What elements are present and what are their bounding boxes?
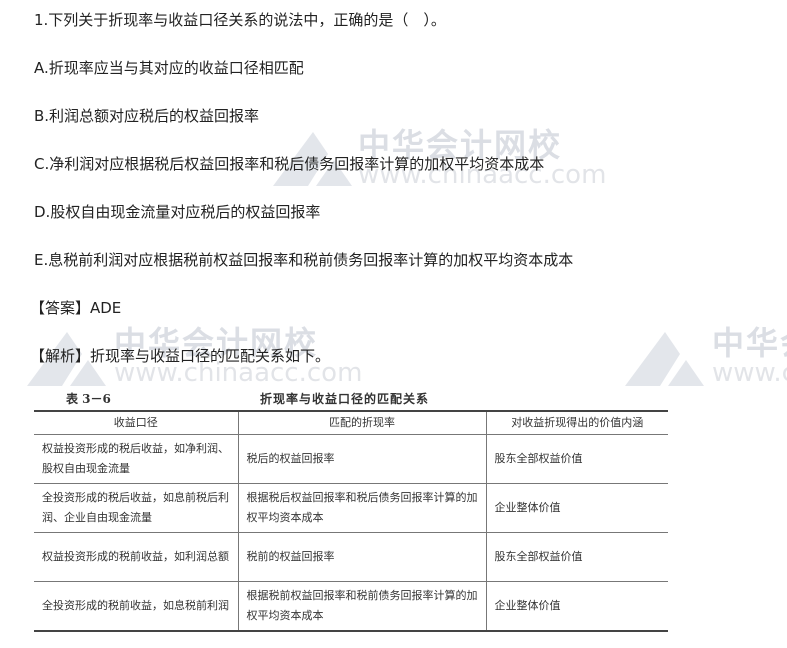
- table-number: 表 3－6: [66, 392, 111, 406]
- option-c: C.净利润对应根据税后权益回报率和税后债务回报率计算的加权平均资本成本: [34, 155, 545, 173]
- matching-table-figure: 表 3－6 折现率与收益口径的匹配关系 收益口径 匹配的折现率 对收益折现得出的…: [34, 384, 668, 632]
- question-text: 1.下列关于折现率与收益口径关系的说法中，正确的是（ ）。: [34, 11, 446, 29]
- table-cell: 股东全部权益价值: [485, 532, 668, 582]
- table-cell: 全投资形成的税前收益，如息税前利润: [34, 581, 239, 632]
- answer-text: 【答案】ADE: [30, 299, 122, 317]
- table-caption: 表 3－6 折现率与收益口径的匹配关系: [34, 384, 668, 410]
- table-row: 全投资形成的税后收益，如息前税后利润、企业自由现金流量 根据税后权益回报率和税后…: [34, 483, 668, 533]
- table-header-cell: 收益口径: [34, 410, 239, 435]
- option-b: B.利润总额对应税后的权益回报率: [34, 107, 260, 125]
- option-d: D.股权自由现金流量对应税后的权益回报率: [34, 203, 321, 221]
- table-row: 全投资形成的税前收益，如息税前利润 根据税前权益回报率和税前债务回报率计算的加权…: [34, 581, 668, 632]
- table-cell: 全投资形成的税后收益，如息前税后利润、企业自由现金流量: [34, 483, 239, 533]
- table-cell: 税后的权益回报率: [237, 434, 487, 484]
- watermark-brand: 中华会计网校: [712, 324, 787, 362]
- option-a: A.折现率应当与其对应的收益口径相匹配: [34, 59, 304, 77]
- table-row: 权益投资形成的税前收益，如利润总额 税前的权益回报率 股东全部权益价值: [34, 532, 668, 582]
- watermark-right: 中华会计网校 www.chinaacc.com: [620, 318, 787, 388]
- table-cell: 企业整体价值: [485, 483, 668, 533]
- table-cell: 权益投资形成的税后收益，如净利润、股权自由现金流量: [34, 434, 239, 484]
- watermark-url: www.chinaacc.com: [712, 358, 787, 388]
- table-title: 折现率与收益口径的匹配关系: [260, 392, 430, 406]
- table-header-row: 收益口径 匹配的折现率 对收益折现得出的价值内涵: [34, 410, 668, 435]
- table-row: 权益投资形成的税后收益，如净利润、股权自由现金流量 税后的权益回报率 股东全部权…: [34, 434, 668, 484]
- table-cell: 根据税后权益回报率和税后债务回报率计算的加权平均资本成本: [237, 483, 487, 533]
- table-cell: 股东全部权益价值: [485, 434, 668, 484]
- table-header-cell: 匹配的折现率: [237, 410, 487, 435]
- table-cell: 税前的权益回报率: [237, 532, 487, 582]
- matching-table: 收益口径 匹配的折现率 对收益折现得出的价值内涵 权益投资形成的税后收益，如净利…: [34, 410, 668, 632]
- analysis-text: 【解析】折现率与收益口径的匹配关系如下。: [30, 347, 331, 365]
- table-cell: 企业整体价值: [485, 581, 668, 632]
- table-header-cell: 对收益折现得出的价值内涵: [485, 410, 668, 435]
- option-e: E.息税前利润对应根据税前权益回报率和税前债务回报率计算的加权平均资本成本: [34, 251, 574, 269]
- table-cell: 权益投资形成的税前收益，如利润总额: [34, 532, 239, 582]
- table-cell: 根据税前权益回报率和税前债务回报率计算的加权平均资本成本: [237, 581, 487, 632]
